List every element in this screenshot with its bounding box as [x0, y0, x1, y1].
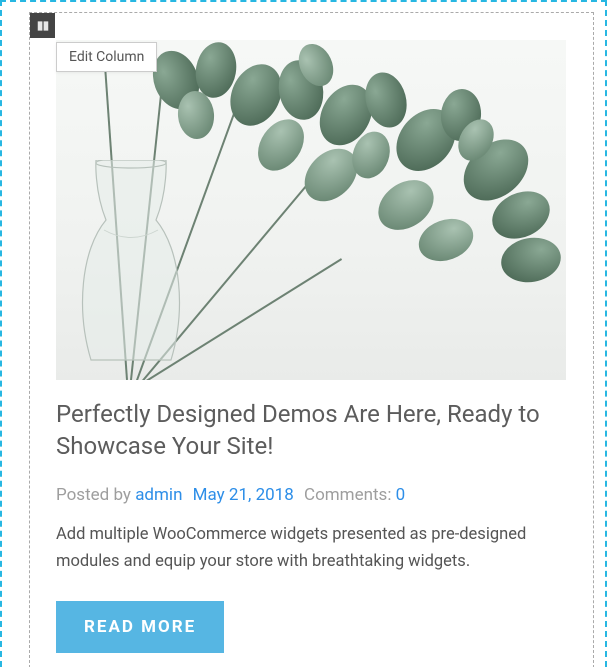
comments-count-link[interactable]: 0 [396, 485, 406, 505]
post-image[interactable] [56, 40, 566, 380]
edit-column-tooltip: Edit Column [56, 42, 157, 72]
post-meta: Posted by admin May 21, 2018 Comments: 0 [56, 485, 566, 505]
post-card: Perfectly Designed Demos Are Here, Ready… [56, 40, 566, 653]
read-more-button[interactable]: READ MORE [56, 601, 224, 653]
date-link[interactable]: May 21, 2018 [193, 485, 294, 505]
column-handle-button[interactable] [30, 13, 55, 38]
editor-canvas: Perfectly Designed Demos Are Here, Ready… [0, 0, 607, 667]
post-title[interactable]: Perfectly Designed Demos Are Here, Ready… [56, 398, 566, 463]
vase-graphic [66, 160, 196, 380]
column-widget[interactable]: Perfectly Designed Demos Are Here, Ready… [29, 12, 594, 667]
comments-label: Comments: [304, 485, 391, 505]
posted-by-label: Posted by [56, 485, 131, 505]
author-link[interactable]: admin [135, 485, 182, 505]
post-excerpt: Add multiple WooCommerce widgets present… [56, 521, 566, 575]
columns-icon [36, 19, 50, 33]
